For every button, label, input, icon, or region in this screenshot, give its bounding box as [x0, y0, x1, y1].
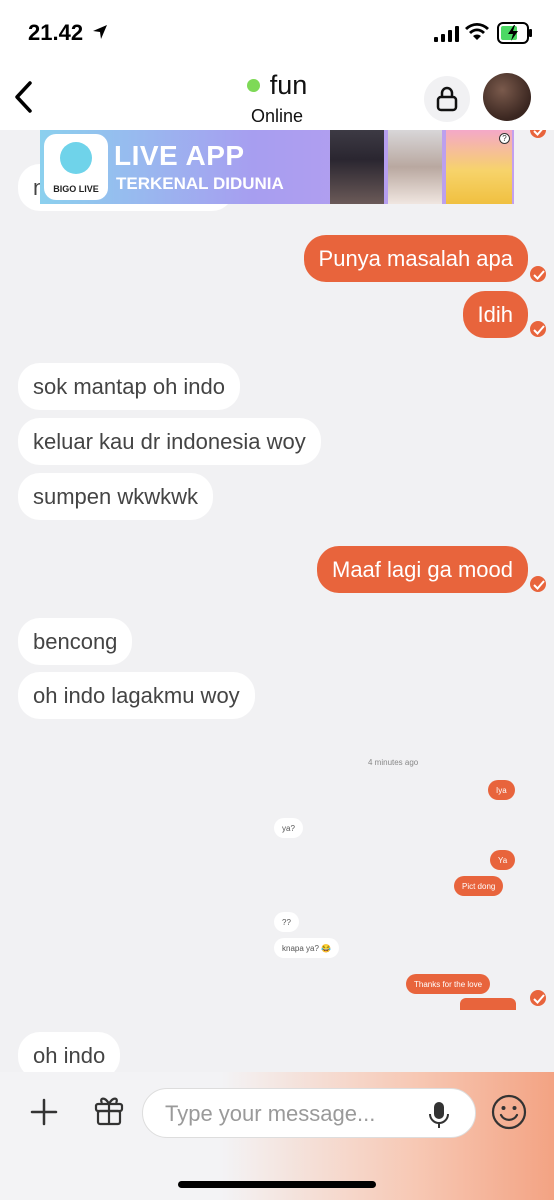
embedded-bubble-partial	[460, 998, 516, 1010]
read-check-icon	[528, 319, 548, 339]
read-check-icon	[528, 264, 548, 284]
lock-button[interactable]	[424, 76, 470, 122]
lock-icon	[436, 86, 458, 112]
bigo-live-logo: BIGO LIVE	[44, 134, 108, 200]
ad-photo	[330, 130, 384, 204]
message-text: sok mantap oh indo	[33, 374, 226, 399]
message-text: bencong	[33, 629, 118, 654]
plus-icon[interactable]	[30, 1098, 58, 1126]
embedded-bubble: ya?	[274, 818, 303, 838]
message-input[interactable]	[165, 1101, 415, 1127]
message-incoming[interactable]: oh indo	[18, 1032, 121, 1072]
battery-icon	[497, 22, 532, 44]
ad-headline: LIVE APP	[114, 140, 245, 171]
location-arrow-icon	[93, 25, 107, 39]
contact-avatar[interactable]	[483, 73, 531, 121]
message-outgoing[interactable]: Idih	[462, 291, 528, 338]
title-row: fun	[0, 70, 554, 101]
read-check-icon	[528, 130, 548, 140]
contact-status: Online	[250, 106, 304, 126]
home-indicator[interactable]	[178, 1181, 376, 1188]
message-outgoing[interactable]: Maaf lagi ga mood	[317, 546, 528, 593]
ad-banner[interactable]: BIGO LIVE LIVE APP TERKENAL DIDUNIA ?	[40, 130, 514, 204]
message-incoming[interactable]: sumpen wkwkwk	[18, 473, 214, 520]
status-time: 21.42	[28, 20, 84, 45]
embedded-bubble: Iya	[488, 780, 515, 800]
message-text: Maaf lagi ga mood	[332, 557, 513, 582]
chat-header: fun Online	[0, 66, 554, 130]
message-text: Idih	[477, 302, 513, 327]
image-message[interactable]: 4 minutes ago Iya ya? Ya Pict dong ?? kn…	[270, 748, 532, 1010]
gift-icon[interactable]	[94, 1094, 124, 1126]
ad-photo	[388, 130, 442, 204]
message-input-container[interactable]	[142, 1088, 476, 1138]
message-text: sumpen wkwkwk	[33, 484, 199, 509]
ad-logo-label: BIGO LIVE	[53, 184, 99, 194]
message-incoming[interactable]: keluar kau dr indonesia woy	[18, 418, 321, 465]
message-text: oh indo lagakmu woy	[33, 683, 240, 708]
embedded-bubble: Pict dong	[454, 876, 504, 896]
signal-icon	[434, 26, 459, 42]
mic-icon[interactable]	[429, 1101, 449, 1129]
message-text: keluar kau dr indonesia woy	[33, 429, 306, 454]
message-incoming[interactable]: oh indo lagakmu woy	[18, 672, 255, 719]
read-check-icon	[528, 988, 548, 1008]
message-list[interactable]: n BIGO LIVE LIVE APP TERKENAL DIDUNIA ? …	[0, 130, 554, 1072]
embedded-bubble: knapa ya? 😂	[274, 938, 340, 958]
ad-info-icon[interactable]: ?	[499, 133, 510, 144]
embedded-bubble: ??	[274, 912, 299, 932]
contact-name[interactable]: fun	[270, 70, 308, 100]
embedded-time-label: 4 minutes ago	[368, 758, 419, 767]
emoji-icon[interactable]	[491, 1094, 527, 1130]
message-outgoing[interactable]: Punya masalah apa	[303, 235, 528, 282]
online-indicator	[246, 79, 260, 93]
status-bar: 21.42	[0, 0, 554, 66]
embedded-bubble: Thanks for the love	[406, 974, 491, 994]
message-text: oh indo	[33, 1043, 106, 1068]
message-incoming[interactable]: bencong	[18, 618, 133, 665]
message-incoming[interactable]: sok mantap oh indo	[18, 363, 241, 410]
read-check-icon	[528, 574, 548, 594]
wifi-icon	[465, 23, 489, 40]
message-text: Punya masalah apa	[318, 246, 513, 271]
logo-mascot-icon	[60, 142, 92, 174]
embedded-bubble: Ya	[490, 850, 516, 870]
ad-subheadline: TERKENAL DIDUNIA	[116, 174, 284, 193]
